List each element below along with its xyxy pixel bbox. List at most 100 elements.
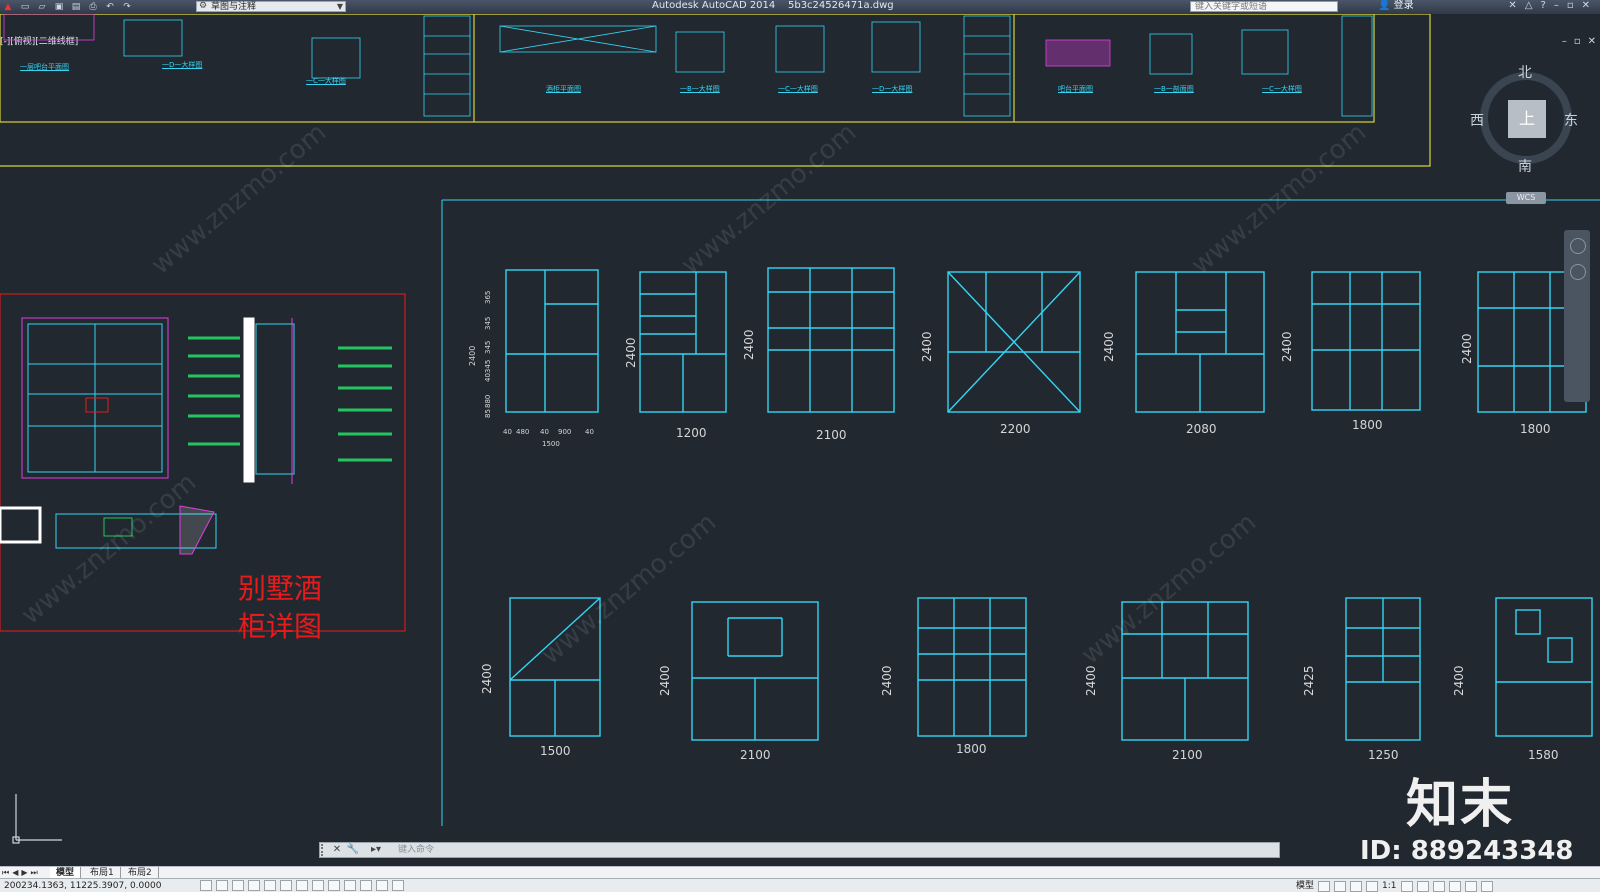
navigation-bar: [1564, 230, 1590, 402]
compass-north[interactable]: 北: [1518, 62, 1532, 82]
wcs-menu-button[interactable]: WCS: [1506, 192, 1546, 204]
dim-r1-c1-h-5: 880: [484, 394, 492, 408]
dim-r1-c1-w-3: 40: [540, 428, 549, 436]
viewcube[interactable]: 上 北 南 东 西 WCS: [1470, 62, 1582, 204]
zoom-icon[interactable]: [1366, 880, 1379, 892]
dim-r1-c1-height: 2400: [468, 345, 477, 366]
grip-handle[interactable]: [321, 844, 329, 856]
search-input[interactable]: 键入关键字或短语: [1190, 1, 1338, 12]
dim-r2-c3-height: 2400: [880, 665, 894, 696]
help-icon[interactable]: ?: [1541, 0, 1546, 12]
quick-properties-icon[interactable]: [376, 880, 388, 891]
drafting-tools: [200, 880, 404, 891]
dim-r2-c4-width: 2100: [1172, 748, 1203, 762]
dim-r1-c1-w-5: 40: [585, 428, 594, 436]
minimize-icon[interactable]: –: [1554, 0, 1559, 12]
polar-icon[interactable]: [248, 880, 260, 891]
cabinets-row1: [505, 267, 1587, 413]
app-menu-icon[interactable]: ▲: [2, 2, 14, 12]
ducs-icon[interactable]: [312, 880, 324, 891]
cabinet-r1-3: [767, 267, 895, 413]
new-icon[interactable]: ▭: [19, 2, 31, 12]
quick-view-icon[interactable]: [1334, 880, 1347, 892]
cabinet-r1-5: [1135, 271, 1265, 413]
saveas-icon[interactable]: ▤: [70, 2, 82, 12]
transparency-icon[interactable]: [360, 880, 372, 891]
snap-icon[interactable]: [200, 880, 212, 891]
dyn-icon[interactable]: [328, 880, 340, 891]
label-top-3: 一C一大样图: [306, 77, 346, 85]
open-icon[interactable]: ▱: [36, 2, 48, 12]
isolate-objects-icon[interactable]: [1464, 880, 1477, 892]
dim-r2-c3-width: 1800: [956, 742, 987, 756]
dim-r2-c2-height: 2400: [658, 665, 672, 696]
dim-r1-c1-w-4: 900: [558, 428, 572, 436]
lock-icon[interactable]: [1432, 880, 1445, 892]
steering-wheel-icon[interactable]: [1570, 238, 1586, 254]
hardware-acceleration-icon[interactable]: [1448, 880, 1461, 892]
grid-icon[interactable]: [216, 880, 228, 891]
pan-icon[interactable]: [1350, 880, 1363, 892]
label-top-8: 吧台平面图: [1058, 85, 1093, 93]
wrench-icon[interactable]: 🔧: [346, 844, 360, 856]
workspace-select[interactable]: ⚙ 草图与注释 ▼: [196, 1, 346, 12]
drawing-canvas[interactable]: [-][俯视][二维线框] – ▫ ✕ 一层吧台平面图 一D一大样图 一C一大样…: [0, 14, 1600, 866]
dim-r2-c1-width: 1500: [540, 744, 571, 758]
dim-r2-c2-width: 2100: [740, 748, 771, 762]
detail-sheet: [0, 293, 406, 632]
model-label[interactable]: 模型: [1296, 880, 1314, 892]
ortho-icon[interactable]: [232, 880, 244, 891]
save-icon[interactable]: ▣: [53, 2, 65, 12]
chevron-down-icon: ▼: [336, 2, 343, 11]
dim-r1-c7-width: 1800: [1520, 422, 1551, 436]
detail-title: 别墅酒 柜详图: [238, 570, 322, 646]
maximize-icon[interactable]: ▫: [1567, 0, 1574, 12]
cabinet-r2-1: [509, 597, 601, 737]
label-top-5: 一B一大样图: [680, 85, 720, 93]
dim-r2-c1-height: 2400: [480, 663, 494, 694]
cad-drawing: [0, 14, 1600, 844]
dim-r1-c1-total: 1500: [542, 440, 560, 448]
workspace-switch-icon[interactable]: [1416, 880, 1429, 892]
viewcube-top-face[interactable]: 上: [1508, 100, 1546, 138]
osnap-icon[interactable]: [264, 880, 276, 891]
annotation-visibility-icon[interactable]: [1400, 880, 1413, 892]
label-top-4: 酒柜平面图: [546, 85, 581, 93]
login-button[interactable]: 👤 登录: [1378, 0, 1414, 12]
selection-cycling-icon[interactable]: [392, 880, 404, 891]
dim-r1-c1-h-4: 40345: [484, 359, 492, 382]
coordinates-readout[interactable]: 200234.1363, 11225.3907, 0.0000: [4, 880, 161, 892]
command-line[interactable]: ✕ 🔧 ▸▾ 键入命令: [319, 842, 1280, 858]
print-icon[interactable]: ⎙: [87, 2, 99, 12]
compass-south[interactable]: 南: [1518, 156, 1532, 176]
close-icon[interactable]: ✕: [1582, 0, 1590, 12]
recent-commands-icon[interactable]: ▸▾: [364, 844, 388, 856]
dim-r1-c1-h-1: 365: [484, 290, 492, 304]
compass-east[interactable]: 东: [1564, 110, 1578, 130]
lineweight-icon[interactable]: [344, 880, 356, 891]
dim-r1-c5-height: 2400: [1102, 331, 1116, 362]
otrack-icon[interactable]: [296, 880, 308, 891]
cabinets-row2: [509, 597, 1593, 741]
close-icon[interactable]: ✕: [330, 844, 344, 856]
titlebar-tools: ✕ △ ? – ▫ ✕: [1508, 0, 1590, 12]
gear-icon: ⚙: [199, 1, 208, 11]
3d-osnap-icon[interactable]: [280, 880, 292, 891]
dim-r2-c4-height: 2400: [1084, 665, 1098, 696]
fullscreen-icon[interactable]: [1480, 880, 1493, 892]
compass-west[interactable]: 西: [1470, 110, 1484, 130]
dim-r2-c5-width: 1250: [1368, 748, 1399, 762]
cabinet-r2-5: [1345, 597, 1421, 741]
a360-icon[interactable]: △: [1525, 0, 1533, 12]
label-top-10: 一C一大样图: [1262, 85, 1302, 93]
exchange-icon[interactable]: ✕: [1508, 0, 1516, 12]
undo-icon[interactable]: ↶: [104, 2, 116, 12]
command-input[interactable]: 键入命令: [398, 844, 1258, 856]
dim-r1-c2-width: 1200: [676, 426, 707, 440]
pan-icon[interactable]: [1570, 264, 1586, 280]
redo-icon[interactable]: ↷: [121, 2, 133, 12]
cabinet-r1-2: [639, 271, 727, 413]
detail-title-line2: 柜详图: [238, 610, 323, 643]
layout-view-icon[interactable]: [1318, 880, 1331, 892]
annotation-scale[interactable]: 1:1: [1382, 880, 1396, 892]
